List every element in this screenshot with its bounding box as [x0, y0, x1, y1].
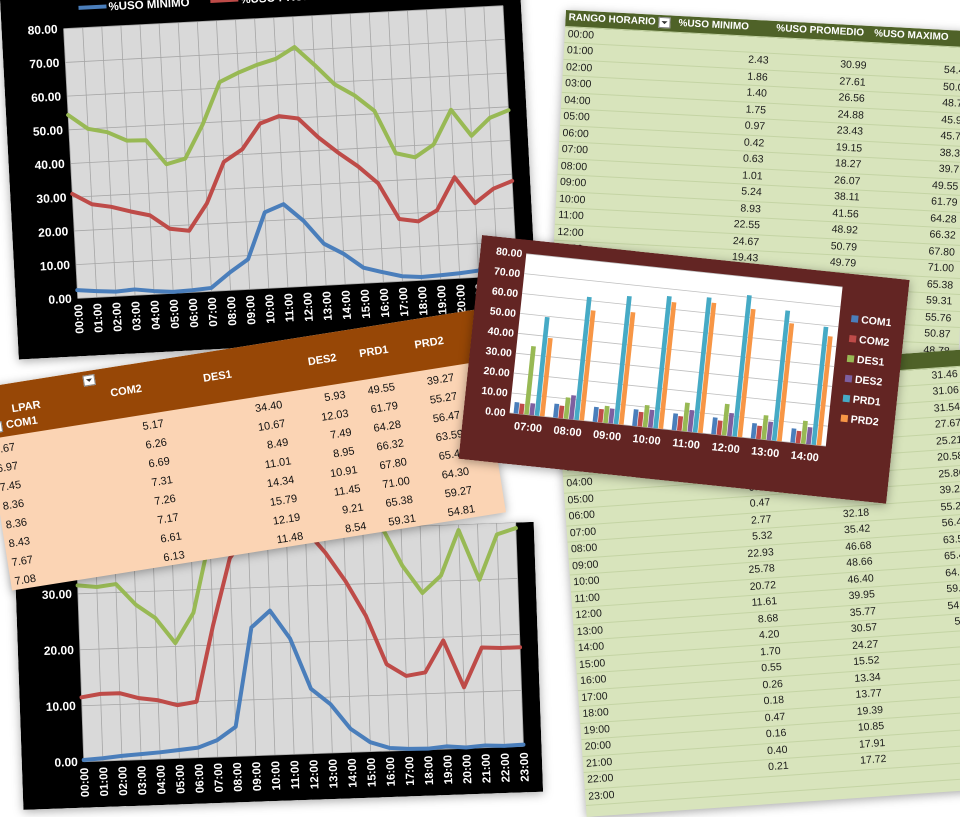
x-tick-label: 14:00 [347, 758, 360, 788]
x-tick-label: 20:00 [455, 284, 469, 314]
x-tick-label: 05:00 [175, 764, 188, 794]
col-com1: COM1 [5, 414, 39, 432]
x-tick-label: 07:00 [207, 297, 221, 327]
legend-swatch [846, 354, 855, 363]
y-tick-label: 20.00 [38, 224, 69, 240]
filter-dropdown-icon[interactable] [0, 421, 4, 434]
x-tick-label: 11:00 [283, 293, 296, 322]
x-tick-label: 13:00 [328, 759, 341, 789]
x-tick-label: 01:00 [92, 303, 106, 333]
x-tick-label: 15:00 [366, 757, 379, 787]
legend-swatch [78, 4, 107, 10]
x-tick-label: 03:00 [136, 765, 149, 795]
y-tick-label: 20.00 [44, 643, 75, 658]
x-tick-label: 08:00 [232, 762, 245, 792]
y-tick-label: 50.00 [33, 123, 64, 139]
y-tick-label: 60.00 [31, 89, 62, 105]
y-tick-label: 70.00 [29, 56, 60, 72]
legend-swatch [850, 315, 859, 323]
y-tick-label: 0.00 [48, 292, 72, 307]
x-tick-label: 10:00 [270, 761, 283, 791]
x-tick-label: 00:00 [73, 304, 87, 334]
x-tick-label: 06:00 [188, 298, 202, 328]
x-tick-label: 12:00 [302, 292, 316, 322]
x-tick-label: 08:00 [226, 296, 240, 326]
col-des1: DES1 [202, 368, 233, 385]
col-com2: COM2 [109, 382, 143, 400]
col-prd2: PRD2 [413, 334, 445, 352]
x-tick-label: 12:00 [308, 759, 321, 789]
legend-swatch [842, 394, 851, 403]
x-tick-label: 04:00 [149, 300, 163, 330]
x-tick-label: 10:00 [264, 294, 278, 324]
x-tick-label: 14:00 [341, 290, 355, 320]
x-tick-label: 17:00 [398, 287, 412, 317]
col-lpar: LPAR [10, 398, 42, 416]
x-tick-label: 22:00 [500, 753, 513, 783]
y-tick-label: 80.00 [27, 22, 58, 38]
legend-swatch [840, 414, 849, 423]
x-tick-label: 16:00 [379, 288, 393, 318]
x-tick-label: 03:00 [130, 301, 144, 331]
bar-chart-lpar: 0.0010.0020.0030.0040.0050.0060.0070.008… [458, 235, 910, 504]
y-tick-label: 0.00 [54, 755, 78, 770]
x-tick-label: 07:00 [213, 763, 226, 793]
y-tick-label: 0.00 [485, 405, 507, 419]
y-tick-label: 10.00 [40, 258, 71, 274]
x-tick-label: 18:00 [423, 755, 436, 785]
y-tick-label: 30.00 [42, 587, 73, 602]
line-chart-top: 0.00 10.00 20.00 30.00 40.00 50.00 60.00 70.00 8… [0, 0, 539, 360]
x-tick-label: 15:00 [360, 289, 374, 319]
legend-swatch [210, 0, 239, 3]
x-tick-label: 01:00 [98, 767, 111, 797]
x-tick-label: 18:00 [417, 286, 431, 316]
y-tick-label: 10.00 [46, 699, 77, 714]
col-prd1: PRD1 [358, 343, 390, 361]
filter-dropdown-icon[interactable] [658, 16, 671, 29]
x-tick-label: 02:00 [111, 302, 125, 332]
legend-swatch [844, 374, 853, 383]
x-tick-label: 02:00 [117, 766, 130, 796]
x-tick-label: 23:00 [519, 752, 532, 782]
x-tick-label: 11:00 [289, 760, 302, 789]
x-tick-label: 06:00 [194, 763, 207, 793]
col-des2: DES2 [307, 351, 338, 369]
x-tick-label: 13:00 [321, 291, 335, 321]
x-tick-label: 09:00 [245, 295, 259, 325]
x-tick-label: 05:00 [169, 299, 183, 329]
filter-dropdown-icon[interactable] [82, 373, 96, 387]
x-tick-label: 09:00 [251, 761, 264, 791]
x-tick-label: 19:00 [436, 285, 450, 315]
x-tick-label: 16:00 [385, 757, 398, 787]
x-tick-label: 04:00 [155, 765, 168, 795]
x-tick-label: 00:00 [79, 767, 92, 797]
y-tick-label: 40.00 [34, 157, 65, 173]
x-tick-label: 20:00 [461, 754, 474, 784]
x-tick-label: 19:00 [442, 755, 455, 785]
col-rango-horario: RANGO HORARIO [568, 12, 657, 28]
legend-swatch [848, 334, 857, 343]
y-tick-label: 30.00 [36, 191, 67, 207]
x-tick-label: 17:00 [404, 756, 417, 786]
x-tick-label: 21:00 [480, 753, 493, 783]
